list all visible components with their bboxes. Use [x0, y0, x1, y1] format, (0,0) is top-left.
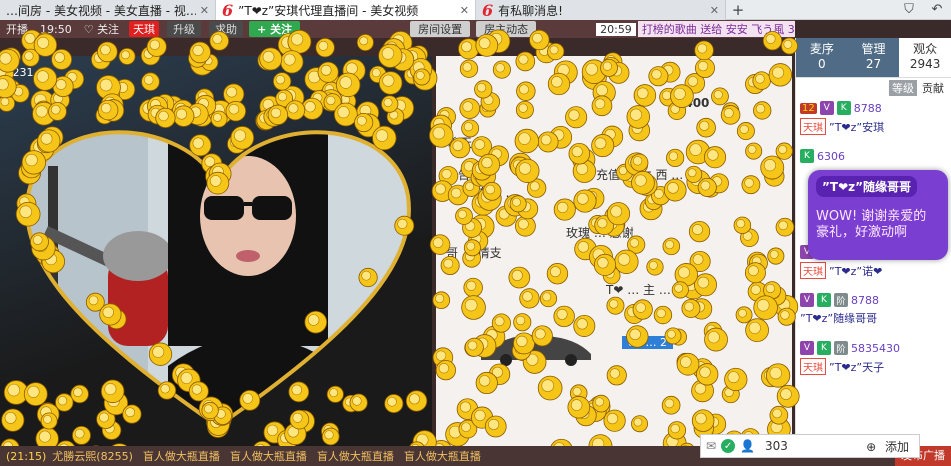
chat-toolbar: ✉ ✓ 👤 303 ⊕ 添加: [700, 434, 920, 458]
k-icon: K: [836, 101, 851, 115]
chat-line: 员 … 车团 …: [446, 186, 518, 200]
gift-thanks-popup[interactable]: ”T❤z”随缘哥哥 WOW! 谢谢亲爱的 豪礼，好激动啊: [808, 170, 948, 260]
popup-text: WOW! 谢谢亲爱的 豪礼，好激动啊: [816, 209, 927, 240]
sort-by-contribution[interactable]: 贡献: [919, 80, 947, 96]
follow-button[interactable]: + 关注: [249, 21, 301, 37]
close-icon[interactable]: ✕: [200, 4, 209, 17]
song-ticker: 打榜的歌曲 送给 安安 飞う風 3 下 酷帅: [637, 21, 795, 37]
new-tab-button[interactable]: +: [726, 0, 750, 19]
user-id: 5835430: [851, 341, 900, 355]
room-settings-button[interactable]: 房间设置: [410, 21, 471, 37]
sort-by-level[interactable]: 等级: [889, 80, 917, 96]
level-badge: 12: [800, 102, 817, 114]
tab-count: 27: [865, 57, 882, 71]
browser-tab-3[interactable]: 6 有私聊消息! ✕: [476, 0, 726, 20]
tab-label: 管理: [861, 42, 886, 56]
user-icon: 👤: [740, 439, 756, 453]
chat-tabs[interactable]: 聊天 游: [448, 134, 488, 151]
audience-row[interactable]: 12 V K 8788 天琪 ”T❤z”安琪: [796, 98, 951, 146]
gift-value: 87 … 2: [622, 336, 673, 349]
check-icon[interactable]: ✓: [721, 439, 736, 453]
user-name: ”T❤z”随缘哥哥: [800, 312, 878, 325]
sort-options: 等级 贡献: [796, 78, 951, 98]
tab-label: 观众: [913, 42, 938, 56]
rank-icon: 阶: [834, 293, 848, 307]
shield-icon[interactable]: ⛉: [895, 0, 923, 19]
upgrade-button[interactable]: 升级: [167, 21, 202, 37]
chat-line: 充值 … 女 西 …: [596, 168, 684, 182]
k-icon: K: [817, 341, 831, 355]
tab-label: 麦序: [809, 42, 834, 56]
add-button[interactable]: ⊕ 添加: [861, 438, 919, 455]
help-button[interactable]: 求助: [209, 21, 244, 37]
tab-count: 2943: [909, 57, 941, 71]
audience-tabs: 麦序 0 管理 27 观众 2943: [796, 38, 951, 78]
tab-count: 0: [818, 57, 826, 71]
room-info-strip: 开播 19:50 ♡ 关注 天琪 升级 求助 + 关注 房间设置 房主动态 20…: [0, 20, 795, 38]
chat-line: 哥 … 情支: [446, 246, 502, 260]
user-name: ”T❤z”天子: [829, 360, 885, 374]
clock: 20:59: [596, 22, 636, 36]
tab-title: 有私聊消息!: [498, 3, 563, 18]
online-count: 303: [765, 439, 788, 453]
fan-tag: 天琪: [800, 262, 826, 279]
user-name: ”T❤z”安琪: [829, 120, 885, 134]
browser-tab-2[interactable]: 6 ”T❤z”安琪代理直播间 - 美女视频 ✕: [216, 0, 476, 20]
tab-title: ”T❤z”安琪代理直播间 - 美女视频: [238, 3, 419, 18]
live-time: 19:50: [40, 22, 72, 36]
anchor-badge: 天琪: [129, 21, 160, 37]
announcement-label: 公告：: [446, 168, 483, 182]
k-icon: K: [800, 149, 814, 163]
broadcast-item: 盲人做大瓶直播: [229, 450, 307, 463]
live-label: 开播: [6, 23, 28, 36]
six-logo-icon: 6: [482, 0, 494, 20]
broadcast-item: 尤勝云熙(8255): [52, 450, 133, 463]
tab-mic-queue[interactable]: 麦序 0: [796, 38, 848, 77]
browser-tab-1[interactable]: …间房 - 美女视频 - 美女直播 - 视… ✕: [0, 0, 216, 20]
close-icon[interactable]: ✕: [710, 4, 719, 17]
car-gift-icon: [481, 335, 591, 366]
chat-panel: 聊天 游 公告： 充值 … 女 西 … 员 … 车团 … 玫瑰 … 感谢 哥 ……: [436, 56, 792, 466]
broadcast-item: 盲人做大瓶直播: [316, 450, 394, 463]
live-video[interactable]: 1,231: [0, 56, 432, 466]
tab-spacer: [750, 0, 895, 19]
add-label: 添加: [884, 439, 909, 454]
broadcast-item: 盲人做大瓶直播: [142, 450, 220, 463]
fan-tag: 天琪: [800, 358, 826, 375]
close-icon[interactable]: ✕: [460, 4, 469, 17]
mail-icon[interactable]: ✉: [701, 439, 721, 453]
chat-line: 玫瑰 … 感谢: [566, 226, 634, 240]
popup-user-name: ”T❤z”随缘哥哥: [816, 176, 917, 197]
fan-tag: 天琪: [800, 118, 826, 135]
tab-admins[interactable]: 管理 27: [847, 38, 900, 77]
user-id: 8788: [851, 293, 879, 307]
broadcast-time: (21:15): [6, 449, 47, 463]
follow-label: 关注: [97, 23, 120, 36]
gift-amount: 7400: [676, 96, 710, 110]
back-arrow-icon[interactable]: ↶: [923, 0, 951, 19]
rank-icon: 阶: [834, 341, 848, 355]
tab-audience[interactable]: 观众 2943: [899, 38, 951, 77]
tab-title: …间房 - 美女视频 - 美女直播 - 视…: [6, 3, 196, 18]
broadcast-item: 盲人做大瓶直播: [403, 450, 481, 463]
viewer-count: 1,231: [2, 66, 34, 79]
user-id: 6306: [817, 149, 845, 163]
v-icon: V: [800, 341, 814, 355]
chat-line: T❤ … 主 … 到: [606, 283, 687, 297]
live-room-page: 开播 19:50 ♡ 关注 天琪 升级 求助 + 关注 房间设置 房主动态 20…: [0, 20, 951, 466]
browser-tab-bar: …间房 - 美女视频 - 美女直播 - 视… ✕ 6 ”T❤z”安琪代理直播间 …: [0, 0, 951, 20]
heart-frame: [25, 130, 411, 429]
v-icon: V: [800, 293, 814, 307]
audience-row[interactable]: V K 阶 5835430 天琪 ”T❤z”天子: [796, 338, 951, 386]
audience-row[interactable]: V K 阶 8788 ”T❤z”随缘哥哥: [796, 290, 951, 338]
follow-heart[interactable]: ♡ 关注: [78, 21, 125, 37]
user-id: 8788: [853, 101, 882, 115]
user-name: ”T❤z”诺❤: [829, 264, 883, 278]
six-logo-icon: 6: [222, 0, 234, 20]
k-icon: K: [817, 293, 831, 307]
v-icon: V: [819, 101, 834, 115]
host-dynamic-button[interactable]: 房主动态: [476, 21, 537, 37]
